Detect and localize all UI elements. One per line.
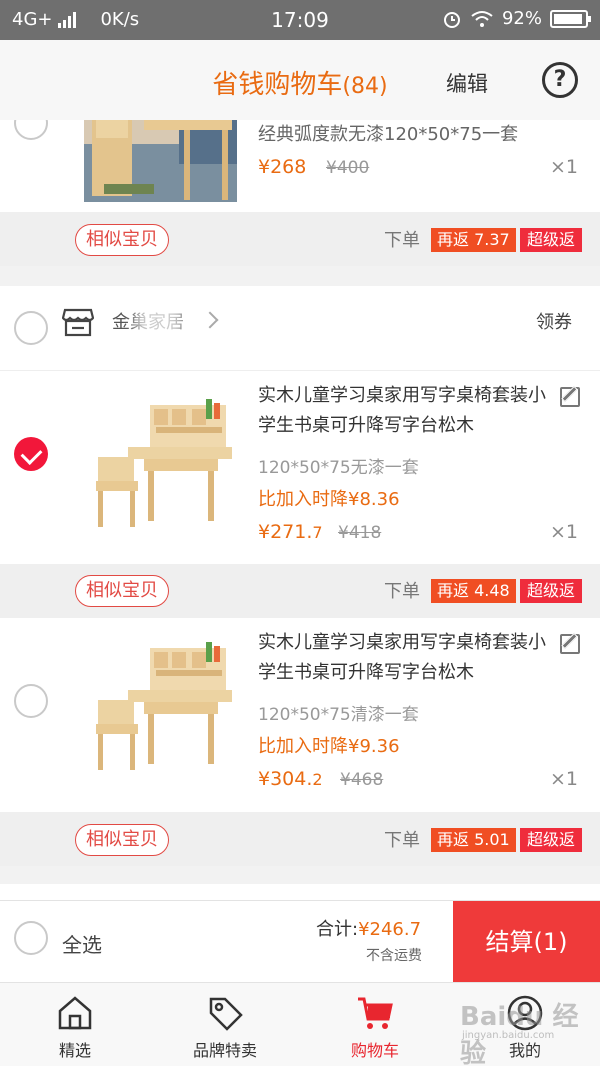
super-rebate-badge: 超级返 [520,828,583,852]
watermark-url: jingyan.baidu.com [462,1030,555,1041]
tab-cart[interactable]: 购物车 [300,993,450,1061]
price-drop-note: 比加入时降¥9.36 [258,736,400,757]
help-icon[interactable]: ? [542,62,578,98]
product-thumbnail[interactable] [84,628,240,784]
cart-item-partial: 经典弧度款无漆120*50*75一套 ¥268 ¥400 ×1 [0,120,600,212]
battery-icon [550,9,591,28]
tab-label: 精选 [58,1041,91,1060]
price-main: ¥271. [258,521,313,543]
item-spec[interactable]: 120*50*75无漆一套 [258,453,419,478]
similar-items-button[interactable]: 相似宝贝 [75,575,169,607]
item-title[interactable]: 实木儿童学习桌家用写字桌椅套装小学生书桌可升降写字台松木 [258,381,548,441]
edit-item-icon[interactable] [560,634,580,654]
select-all-label[interactable]: 全选 [62,929,102,958]
desk-image [84,120,237,202]
order-label[interactable]: 下单 [384,577,420,603]
item-price: ¥268 [258,156,307,178]
desk-image [96,399,232,527]
shop-checkbox[interactable] [14,311,48,345]
price-drop-note: 比加入时降¥8.36 [258,489,400,510]
price-decimal: 2 [312,770,323,789]
tab-brand-sale[interactable]: 品牌特卖 [150,993,300,1061]
item-checkbox[interactable] [14,437,48,471]
cart-item: 实木儿童学习桌家用写字桌椅套装小学生书桌可升降写字台松木 120*50*75无漆… [0,370,600,564]
alarm-icon [443,11,460,28]
coupon-button[interactable]: 领券 [536,308,572,334]
tab-label: 品牌特卖 [192,1041,257,1060]
total-label: 合计: [316,919,359,940]
total-amount: ¥246.7 [358,919,422,940]
edit-button[interactable]: 编辑 [446,68,488,98]
item-checkbox[interactable] [14,684,48,718]
order-label[interactable]: 下单 [384,826,420,852]
item-title[interactable]: 实木儿童学习桌家用写字桌椅套装小学生书桌可升降写字台松木 [258,628,548,688]
item-spec[interactable]: 120*50*75清漆一套 [258,700,419,725]
item-quantity: ×1 [549,156,578,178]
checkout-bar: 全选 合计:¥246.7 不含运费 结算(1) [0,900,600,983]
item-price: ¥304.2 [258,768,323,790]
cart-icon [358,997,393,1029]
rebate-badge: 再返 7.37 [431,228,516,252]
item-quantity[interactable]: ×1 [550,768,578,790]
item-checkbox[interactable] [14,120,48,140]
super-rebate-badge: 超级返 [520,579,583,603]
desk-image [96,642,232,770]
item-original-price: ¥468 [340,770,384,790]
store-icon [62,308,94,337]
similar-items-button[interactable]: 相似宝贝 [75,224,169,256]
item-action-bar: 相似宝贝 下单 再返 4.48 超级返 [0,564,600,618]
chevron-right-icon[interactable] [201,311,219,329]
cart-item: 实木儿童学习桌家用写字桌椅套装小学生书桌可升降写字台松木 120*50*75清漆… [0,618,600,812]
status-bar: 4G+ 0K/s 17:09 92% [0,0,600,40]
edit-item-icon[interactable] [560,387,580,407]
tab-label: 购物车 [350,1041,399,1060]
page-title: 省钱购物车(84) [0,64,600,101]
price-main: ¥304. [258,768,313,790]
item-original-price: ¥400 [326,158,370,178]
item-quantity[interactable]: ×1 [550,521,578,543]
price-decimal: 7 [312,523,323,542]
item-action-bar: 相似宝贝 下单 再返 7.37 超级返 [0,212,600,266]
page-header: 省钱购物车(84) 编辑 ? [0,40,600,120]
rebate-badge: 再返 5.01 [431,828,516,852]
item-original-price: ¥418 [338,523,382,543]
battery-percent: 92% [501,8,542,29]
next-shop-edge [0,884,600,900]
cart-list[interactable]: 经典弧度款无漆120*50*75一套 ¥268 ¥400 ×1 相似宝贝 下单 … [0,120,600,900]
shop-header[interactable]: 金巢家居 领券 [0,286,600,370]
item-spec: 经典弧度款无漆120*50*75一套 [258,124,519,145]
select-all-checkbox[interactable] [14,921,48,955]
total-price: 合计:¥246.7 [316,915,421,941]
checkout-button[interactable]: 结算(1) [453,901,600,983]
product-thumbnail[interactable] [84,385,240,541]
page-title-text: 省钱购物车 [212,70,343,100]
super-rebate-badge: 超级返 [520,228,583,252]
shipping-note: 不含运费 [366,948,422,964]
item-action-bar: 相似宝贝 下单 再返 5.01 超级返 [0,812,600,866]
rebate-badge: 再返 4.48 [431,579,516,603]
item-price: ¥271.7 [258,521,323,543]
wifi-icon [471,10,493,27]
status-right: 92% [442,8,591,29]
order-label[interactable]: 下单 [384,226,420,252]
tab-home[interactable]: 精选 [0,993,150,1061]
cart-count: (84) [342,74,388,99]
similar-items-button[interactable]: 相似宝贝 [75,824,169,856]
shop-name-blur [134,296,184,346]
tag-icon [209,997,243,1031]
product-thumbnail[interactable] [84,120,237,202]
home-icon [58,996,92,1030]
